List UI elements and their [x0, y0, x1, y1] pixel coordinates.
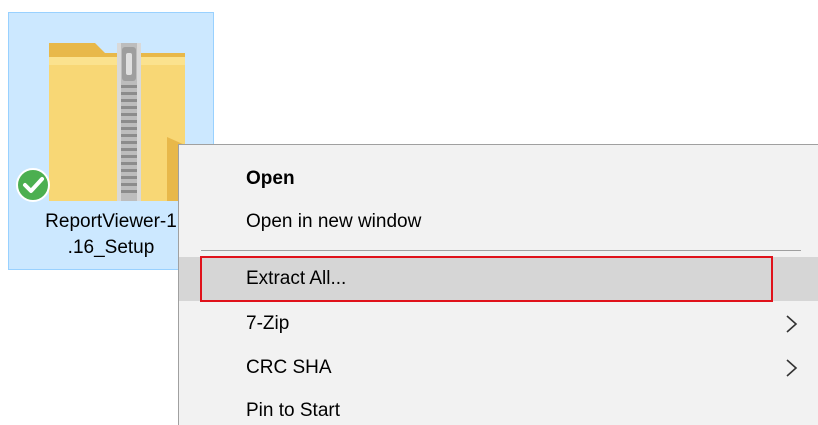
menu-item-open-label: Open [246, 168, 295, 189]
menu-item-crc-sha-label: CRC SHA [246, 357, 332, 378]
desktop-area: ReportViewer-1 .16_Setup Open Open in ne… [0, 0, 818, 425]
menu-item-open-in-new-window-label: Open in new window [246, 211, 422, 232]
highlight-annotation-box [200, 256, 773, 302]
sync-check-icon [15, 167, 51, 203]
menu-item-pin-to-start-label: Pin to Start [246, 400, 340, 421]
menu-item-pin-to-start[interactable]: Pin to Start [179, 389, 818, 425]
menu-item-open[interactable]: Open [179, 157, 818, 201]
menu-item-crc-sha[interactable]: CRC SHA [179, 346, 818, 390]
menu-item-open-in-new-window[interactable]: Open in new window [179, 200, 818, 244]
context-menu: Open Open in new window Extract All... 7… [178, 144, 818, 425]
menu-item-7zip[interactable]: 7-Zip [179, 302, 818, 346]
menu-separator [201, 250, 801, 251]
chevron-right-icon [784, 358, 800, 378]
zip-folder-icon [37, 25, 197, 209]
menu-item-7zip-label: 7-Zip [246, 313, 290, 334]
chevron-right-icon [784, 314, 800, 334]
